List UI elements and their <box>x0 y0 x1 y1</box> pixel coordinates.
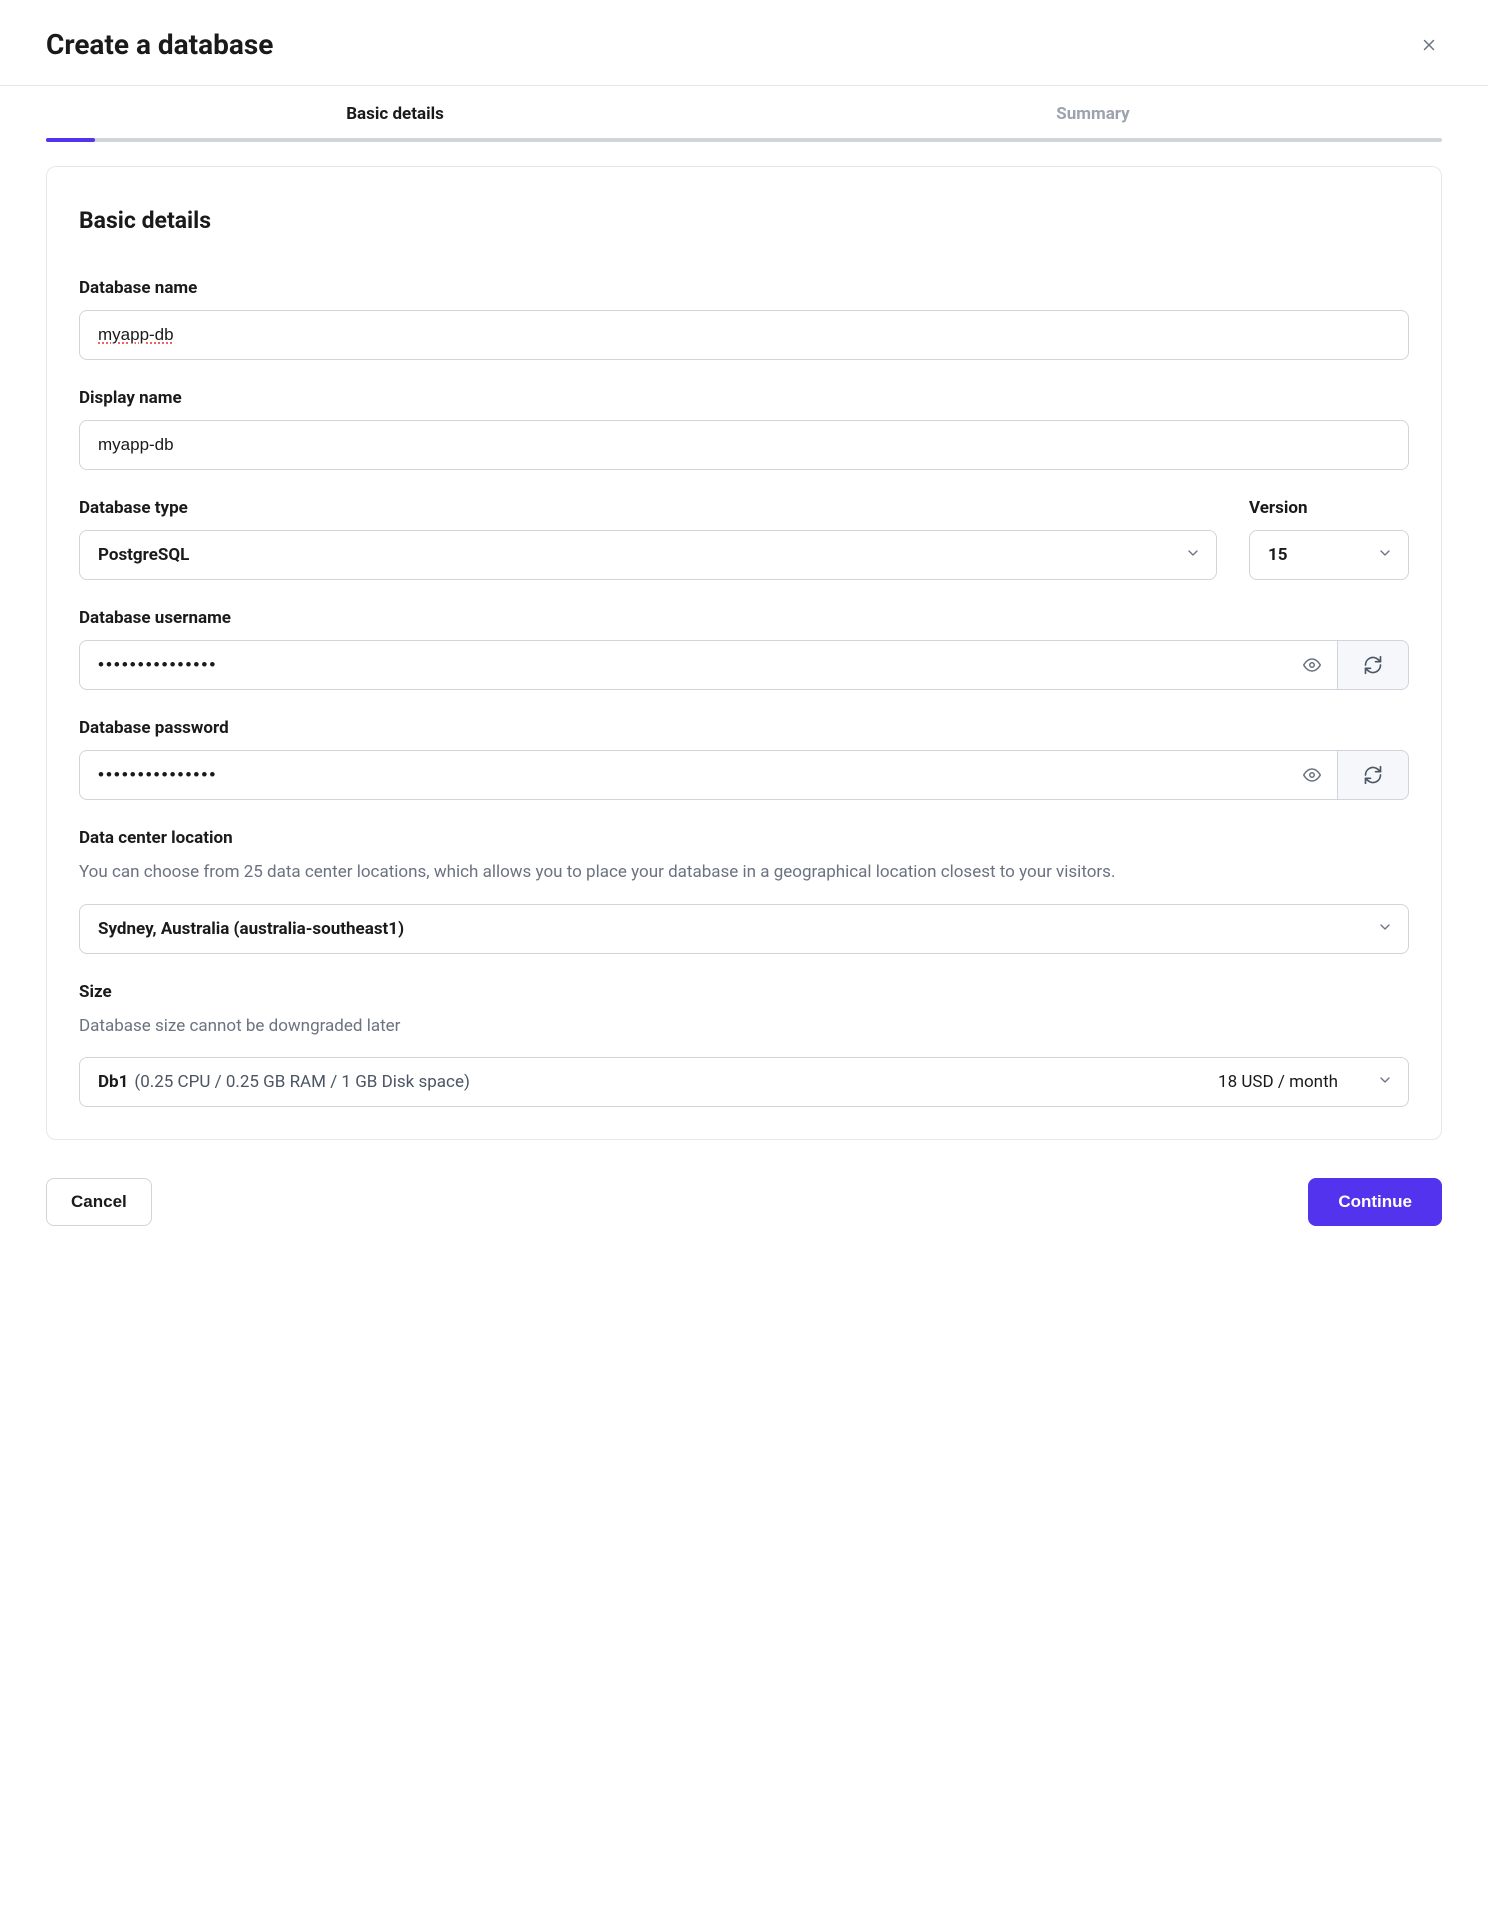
cancel-button[interactable]: Cancel <box>46 1178 152 1226</box>
footer: Cancel Continue <box>0 1164 1488 1250</box>
tab-basic-details[interactable]: Basic details <box>46 104 744 138</box>
version-label: Version <box>1249 498 1409 518</box>
version-select[interactable]: 15 <box>1249 530 1409 580</box>
regenerate-username-button[interactable] <box>1337 640 1409 690</box>
tabs: Basic details Summary <box>46 104 1442 138</box>
size-spec: (0.25 CPU / 0.25 GB RAM / 1 GB Disk spac… <box>134 1072 470 1092</box>
database-username-group: Database username <box>79 608 1409 690</box>
close-button[interactable] <box>1416 32 1442 58</box>
data-center-value: Sydney, Australia (australia-southeast1) <box>98 919 404 939</box>
size-label: Size <box>79 982 1409 1002</box>
database-password-label: Database password <box>79 718 1409 738</box>
data-center-select[interactable]: Sydney, Australia (australia-southeast1) <box>79 904 1409 954</box>
tab-summary[interactable]: Summary <box>744 104 1442 138</box>
data-center-group: Data center location You can choose from… <box>79 828 1409 954</box>
data-center-label: Data center location <box>79 828 1409 848</box>
eye-icon <box>1303 766 1321 784</box>
size-help: Database size cannot be downgraded later <box>79 1014 1409 1040</box>
database-type-value: PostgreSQL <box>98 545 189 565</box>
continue-button[interactable]: Continue <box>1308 1178 1442 1226</box>
size-group: Size Database size cannot be downgraded … <box>79 982 1409 1108</box>
modal-header: Create a database <box>0 0 1488 86</box>
progress-bar <box>46 138 1442 142</box>
size-select[interactable]: Db1 (0.25 CPU / 0.25 GB RAM / 1 GB Disk … <box>79 1057 1409 1107</box>
type-version-row: Database type PostgreSQL Version 15 <box>79 498 1409 580</box>
size-price: 18 USD / month <box>1218 1072 1338 1092</box>
database-username-label: Database username <box>79 608 1409 628</box>
database-name-group: Database name <box>79 278 1409 360</box>
database-password-group: Database password <box>79 718 1409 800</box>
database-type-label: Database type <box>79 498 1217 518</box>
tabs-container: Basic details Summary <box>0 104 1488 142</box>
eye-icon <box>1303 656 1321 674</box>
page-title: Create a database <box>46 28 273 61</box>
regenerate-password-button[interactable] <box>1337 750 1409 800</box>
data-center-help: You can choose from 25 data center locat… <box>79 860 1409 886</box>
progress-fill <box>46 138 95 142</box>
display-name-input[interactable] <box>79 420 1409 470</box>
version-value: 15 <box>1268 545 1288 565</box>
refresh-icon <box>1363 655 1383 675</box>
close-icon <box>1420 36 1438 54</box>
database-name-input[interactable] <box>79 310 1409 360</box>
form-card: Basic details Database name Display name… <box>46 166 1442 1140</box>
database-password-input[interactable] <box>79 750 1337 800</box>
section-title: Basic details <box>79 207 1409 234</box>
show-username-button[interactable] <box>1299 652 1325 678</box>
database-type-select[interactable]: PostgreSQL <box>79 530 1217 580</box>
database-username-input[interactable] <box>79 640 1337 690</box>
display-name-group: Display name <box>79 388 1409 470</box>
database-name-label: Database name <box>79 278 1409 298</box>
show-password-button[interactable] <box>1299 762 1325 788</box>
size-name: Db1 <box>98 1072 128 1092</box>
display-name-label: Display name <box>79 388 1409 408</box>
refresh-icon <box>1363 765 1383 785</box>
